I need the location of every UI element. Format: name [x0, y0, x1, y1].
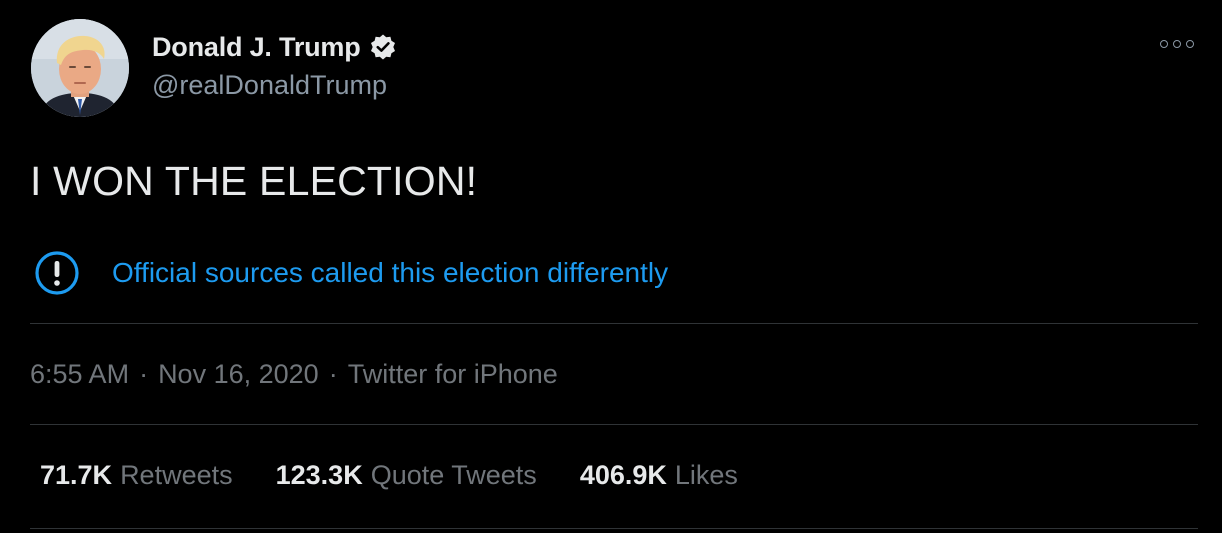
tweet-time[interactable]: 6:55 AM [30, 359, 129, 390]
quote-tweets-label: Quote Tweets [370, 460, 537, 490]
retweets-stat[interactable]: 71.7K Retweets [40, 460, 233, 491]
more-options-icon[interactable] [1160, 34, 1194, 54]
tweet-meta: 6:55 AM · Nov 16, 2020 · Twitter for iPh… [30, 359, 558, 390]
user-handle[interactable]: @realDonaldTrump [152, 70, 397, 101]
quote-tweets-count: 123.3K [275, 460, 363, 490]
divider [30, 424, 1198, 425]
election-notice-link[interactable]: Official sources called this election di… [34, 250, 668, 296]
retweets-label: Retweets [120, 460, 233, 490]
more-dot [1186, 40, 1194, 48]
election-notice-text: Official sources called this election di… [112, 257, 669, 288]
likes-stat[interactable]: 406.9K Likes [580, 460, 738, 491]
tweet-source[interactable]: Twitter for iPhone [348, 359, 558, 390]
avatar-image [31, 19, 129, 117]
display-name[interactable]: Donald J. Trump [152, 32, 361, 63]
divider [30, 528, 1198, 529]
exclamation-circle-icon [34, 250, 80, 296]
tweet-text: I WON THE ELECTION! [30, 158, 478, 204]
name-row: Donald J. Trump [152, 30, 397, 64]
meta-separator: · [139, 359, 149, 389]
avatar[interactable] [31, 19, 129, 117]
tweet-date[interactable]: Nov 16, 2020 [158, 359, 319, 390]
tweet-stats: 71.7K Retweets 123.3K Quote Tweets 406.9K L… [40, 460, 781, 491]
likes-count: 406.9K [579, 460, 667, 490]
likes-label: Likes [674, 460, 738, 490]
user-info: Donald J. Trump @realDonaldTrump [152, 30, 397, 101]
tweet-card: Donald J. Trump @realDonaldTrump I WON T… [0, 0, 1222, 533]
retweets-count: 71.7K [40, 460, 113, 490]
more-dot [1160, 40, 1168, 48]
meta-separator: · [328, 359, 338, 389]
divider [30, 323, 1198, 324]
verified-badge-icon [369, 33, 397, 61]
more-dot [1173, 40, 1181, 48]
quote-tweets-stat[interactable]: 123.3K Quote Tweets [276, 460, 537, 491]
